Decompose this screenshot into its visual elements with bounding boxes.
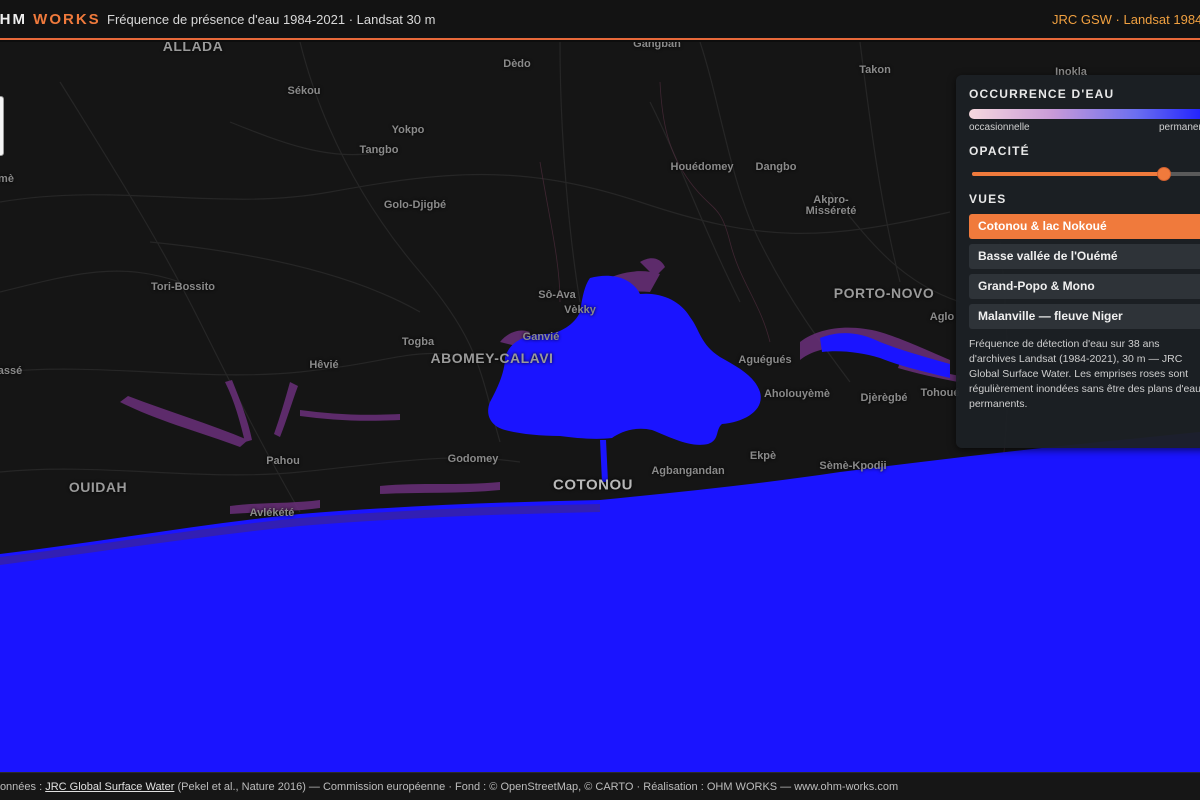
place-label: OUIDAH	[68, 479, 128, 495]
place-label: Aguégués	[738, 354, 792, 366]
jrc-gsw-link[interactable]: JRC Global Surface Water	[45, 781, 174, 793]
brand-logo[interactable]: OHM WORKS	[0, 11, 101, 28]
opacity-title: OPACITÉ	[969, 144, 1030, 158]
place-label: Golo-Djigbé	[383, 199, 447, 211]
views-list: Cotonou & lac Nokoué Basse vallée de l'Ou…	[969, 214, 1200, 329]
place-label: Aglo	[929, 311, 955, 323]
place-label: ABOMEY-CALAVI	[430, 350, 554, 366]
place-label: mè	[0, 173, 14, 185]
view-button[interactable]: Grand-Popo & Mono	[969, 274, 1200, 299]
place-label: Dèdo	[503, 58, 531, 70]
place-label: Takon	[859, 64, 891, 76]
opacity-slider-fill	[972, 172, 1164, 176]
brand-name-part2: WORKS	[33, 11, 101, 28]
place-label: Houédomey	[670, 161, 734, 173]
place-label: assé	[0, 365, 23, 377]
view-button[interactable]: Cotonou & lac Nokoué	[969, 214, 1200, 239]
place-label: Tori-Bossito	[151, 281, 215, 293]
brand-name-part1: OHM	[0, 11, 27, 28]
legend-high-label: permanente	[1159, 122, 1200, 133]
place-label: Yokpo	[391, 124, 425, 136]
page-subtitle: Fréquence de présence d'eau 1984-2021 · …	[107, 12, 436, 27]
place-label: Togba	[401, 336, 435, 348]
attribution-suffix: (Pekel et al., Nature 2016) — Commission…	[174, 781, 899, 793]
panel-description: Fréquence de détection d'eau sur 38 ans …	[969, 338, 1200, 410]
place-label: Ekpè	[749, 450, 777, 462]
view-button[interactable]: Malanville — fleuve Niger	[969, 304, 1200, 329]
place-label: Sékou	[287, 85, 321, 97]
place-label: Tangbo	[359, 144, 399, 156]
place-label: PORTO-NOVO	[833, 285, 935, 301]
place-label: Gangban	[633, 42, 681, 50]
legend-labels: occasionnelle permanente	[969, 122, 1200, 138]
place-label: Djèrègbé	[860, 392, 908, 404]
data-source-label: JRC GSW · Landsat 1984-2021	[1052, 12, 1200, 27]
place-label: Tohoué	[920, 387, 960, 399]
attribution-footer: Données : JRC Global Surface Water (Peke…	[0, 772, 1200, 800]
place-label: Avlékété	[249, 507, 295, 519]
road-network	[0, 42, 961, 513]
app-header: OHM WORKS Fréquence de présence d'eau 19…	[0, 0, 1200, 40]
occurrence-title: OCCURRENCE D'EAU	[969, 87, 1115, 101]
place-label: Misséreté	[805, 205, 857, 217]
attribution-prefix: Données :	[0, 781, 43, 793]
place-label: Vèkky	[564, 304, 596, 316]
place-label: Dangbo	[755, 161, 797, 173]
opacity-slider[interactable]	[972, 166, 1200, 182]
place-label: Godomey	[447, 453, 499, 465]
place-label: Hêvié	[309, 359, 339, 371]
place-label: ALLADA	[162, 42, 224, 54]
place-label: Aholouyèmè	[763, 388, 831, 400]
place-label: COTONOU	[553, 476, 633, 494]
place-label: Agbangandan	[651, 465, 725, 477]
views-title: VUES	[969, 192, 1007, 206]
occurrence-legend-gradient	[969, 109, 1200, 119]
opacity-slider-handle[interactable]	[1157, 167, 1171, 181]
place-label: Sèmè-Kpodji	[819, 460, 887, 472]
legend-low-label: occasionnelle	[969, 122, 1030, 133]
place-label: Sô-Ava	[538, 289, 576, 301]
place-label: Ganvié	[522, 331, 560, 343]
view-button[interactable]: Basse vallée de l'Ouémé	[969, 244, 1200, 269]
control-panel: OCCURRENCE D'EAU occasionnelle permanent…	[956, 75, 1200, 448]
place-label: Pahou	[266, 455, 300, 467]
zoom-control[interactable]	[0, 96, 4, 156]
